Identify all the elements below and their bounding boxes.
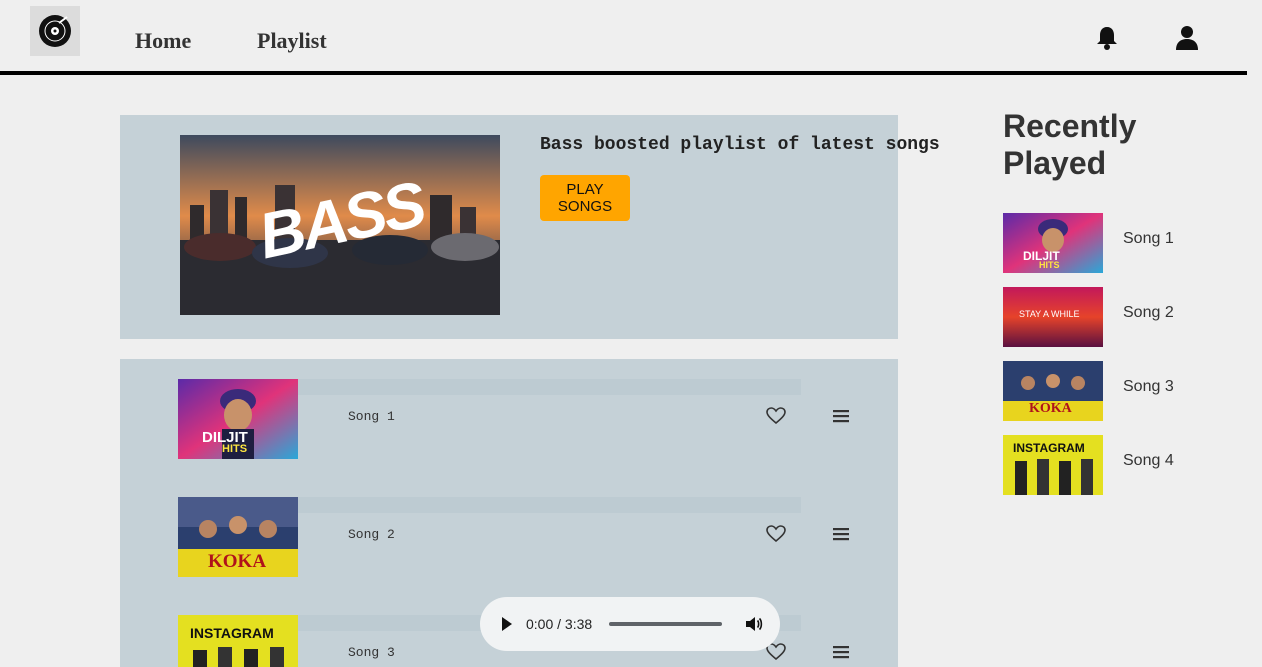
play-songs-label-2: SONGS: [557, 198, 613, 215]
menu-icon[interactable]: [833, 408, 849, 424]
top-nav-bar: Home Playlist: [0, 0, 1247, 75]
recent-art-subtitle: HITS: [1039, 260, 1060, 270]
recent-thumbnail: DILJIT HITS: [1003, 213, 1103, 273]
recent-song-name: Song 4: [1123, 452, 1174, 469]
song-art-title: KOKA: [208, 551, 267, 572]
play-songs-label-1: PLAY: [566, 181, 604, 198]
recent-song-name: Song 3: [1123, 378, 1174, 395]
song-name: Song 3: [348, 645, 395, 660]
audio-player: 0:00 / 3:38: [480, 597, 780, 651]
player-time: 0:00 / 3:38: [526, 616, 593, 632]
play-songs-button[interactable]: PLAY SONGS: [540, 175, 630, 221]
recent-thumbnail: INSTAGRAM: [1003, 435, 1103, 495]
song-art-subtitle: HITS: [222, 443, 248, 455]
recent-title-line1: Recently: [1003, 108, 1137, 144]
menu-icon[interactable]: [833, 644, 849, 660]
recent-item[interactable]: STAY A WHILE Song 2: [1003, 287, 1223, 347]
recent-item[interactable]: INSTAGRAM Song 4: [1003, 435, 1223, 495]
seek-slider[interactable]: [609, 622, 722, 626]
recent-song-name: Song 2: [1123, 304, 1174, 321]
heart-icon[interactable]: [766, 525, 786, 543]
bass-playlist-cover: BASS: [180, 135, 500, 315]
volume-icon[interactable]: [744, 614, 764, 634]
song-thumbnail: KOKA: [178, 497, 298, 577]
recent-art-title: STAY A WHILE: [1019, 309, 1080, 319]
recent-song-name: Song 1: [1123, 230, 1174, 247]
song-name: Song 2: [348, 527, 395, 542]
recent-thumbnail: KOKA: [1003, 361, 1103, 421]
recent-art-title: KOKA: [1029, 401, 1072, 416]
vinyl-logo-icon[interactable]: [30, 6, 80, 56]
recent-title-line2: Played: [1003, 145, 1107, 181]
recently-played-heading: Recently Played: [1003, 108, 1136, 182]
recent-art-title: INSTAGRAM: [1013, 441, 1085, 455]
menu-icon[interactable]: [833, 526, 849, 542]
nav-playlist-link[interactable]: Playlist: [257, 28, 327, 54]
playlist-description: Bass boosted playlist of latest songs: [540, 135, 940, 155]
song-thumbnail: INSTAGRAM: [178, 615, 298, 667]
recent-thumbnail: STAY A WHILE: [1003, 287, 1103, 347]
featured-playlist-banner: BASS Bass boosted playlist of latest son…: [120, 115, 940, 339]
bell-icon[interactable]: [1094, 24, 1120, 52]
recent-item[interactable]: DILJIT HITS Song 1: [1003, 213, 1223, 273]
row-strip: [298, 497, 801, 513]
row-strip: [298, 379, 801, 395]
list-item[interactable]: KOKA Song 2: [178, 497, 898, 577]
heart-icon[interactable]: [766, 407, 786, 425]
list-item[interactable]: DILJIT HITS Song 1: [178, 379, 898, 459]
play-icon[interactable]: [500, 615, 514, 633]
song-name: Song 1: [348, 409, 395, 424]
song-art-title: INSTAGRAM: [190, 625, 274, 641]
recent-item[interactable]: KOKA Song 3: [1003, 361, 1223, 421]
nav-home-link[interactable]: Home: [135, 28, 191, 54]
user-icon[interactable]: [1174, 24, 1200, 52]
song-thumbnail: DILJIT HITS: [178, 379, 298, 459]
